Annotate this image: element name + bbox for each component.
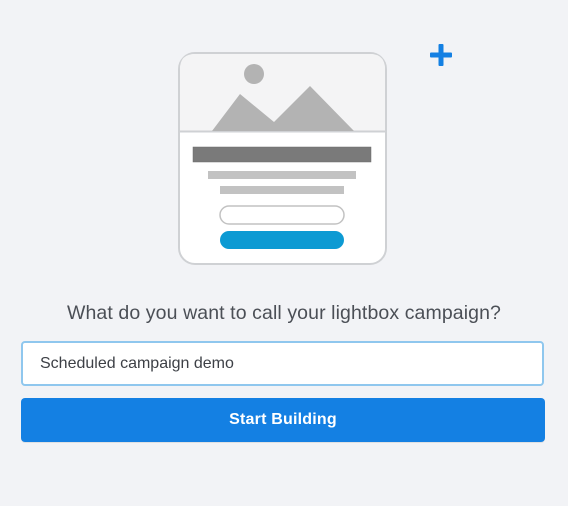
illustration-sun-icon (244, 64, 264, 84)
lightbox-preview-illustration (178, 52, 387, 265)
create-lightbox-campaign-page: What do you want to call your lightbox c… (0, 0, 568, 506)
campaign-name-input[interactable] (21, 341, 544, 386)
illustration-text-line-1 (208, 171, 356, 179)
illustration-input-pill (219, 205, 345, 225)
plus-icon (430, 44, 452, 66)
illustration-text-line-2 (220, 186, 344, 194)
start-building-button[interactable]: Start Building (21, 398, 545, 442)
campaign-name-prompt: What do you want to call your lightbox c… (66, 302, 502, 324)
illustration-button-pill (220, 231, 344, 249)
illustration-title-line (192, 146, 372, 163)
